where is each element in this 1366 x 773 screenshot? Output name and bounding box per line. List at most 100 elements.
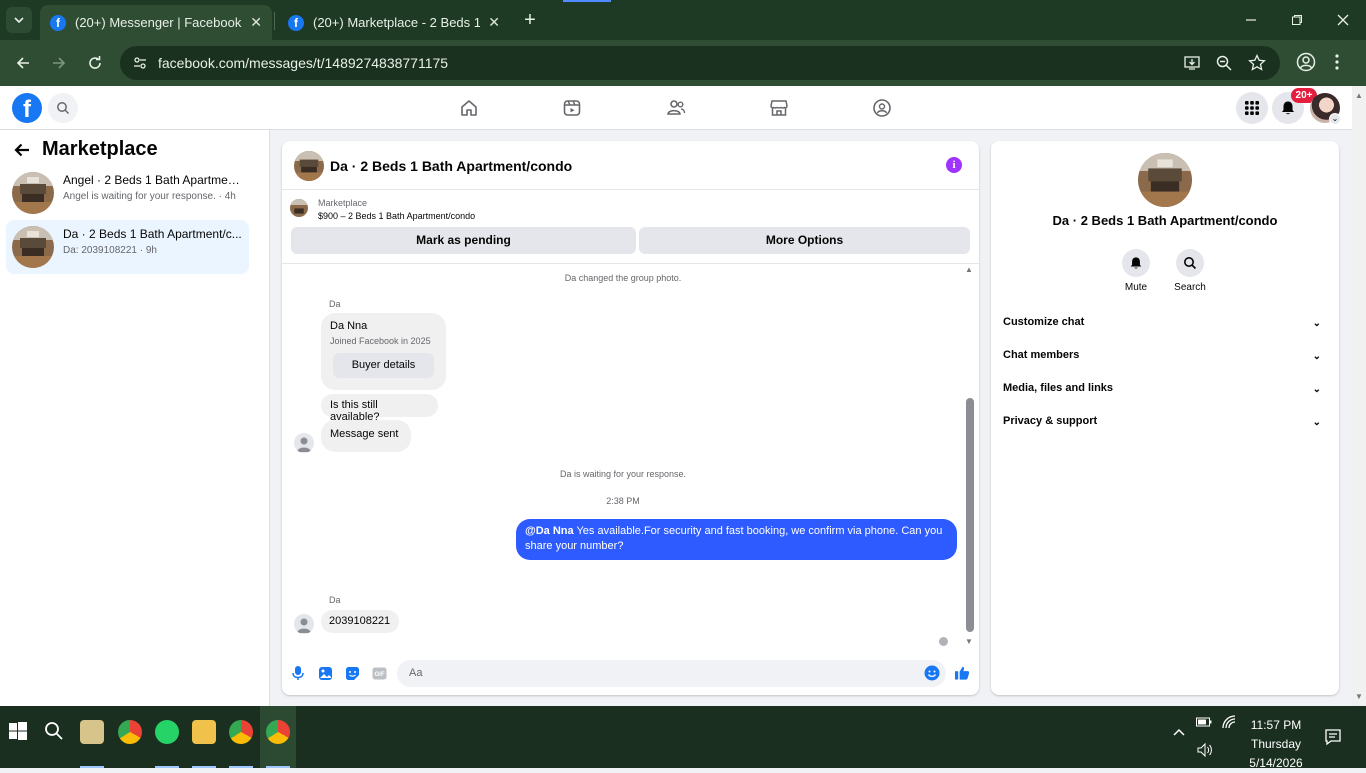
row-label: Privacy & support [1003, 415, 1098, 427]
sticker-icon[interactable] [344, 665, 360, 681]
message-input[interactable]: Aa [397, 660, 946, 687]
whatsapp-app-icon[interactable] [155, 720, 179, 744]
minimize-button[interactable] [1228, 0, 1274, 40]
nav-groups[interactable] [870, 96, 894, 120]
nav-marketplace[interactable] [767, 96, 791, 120]
buyer-card: Da Nna Joined Facebook in 2025 Buyer det… [321, 313, 446, 390]
chat-photo[interactable] [1138, 153, 1192, 207]
chrome-app-icon[interactable] [229, 720, 253, 744]
sender-avatar[interactable] [294, 433, 314, 453]
seen-indicator-icon [939, 637, 948, 646]
customize-chat-row[interactable]: Customize chat ⌄ [1003, 316, 1327, 338]
tab-title: (20+) Marketplace - 2 Beds 1 Ba [313, 15, 481, 30]
conversation-item-selected[interactable]: Da · 2 Beds 1 Bath Apartment/c... Da: 20… [6, 220, 249, 274]
nav-video[interactable] [560, 96, 584, 120]
windows-start-icon[interactable] [7, 720, 31, 744]
chat-members-row[interactable]: Chat members ⌄ [1003, 349, 1327, 371]
taskbar-focused-app[interactable] [260, 706, 296, 768]
url-text: facebook.com/messages/t/1489274838771175 [158, 55, 449, 71]
scrollbar-thumb[interactable] [966, 398, 974, 632]
thumbs-up-icon[interactable] [954, 665, 970, 681]
wifi-icon[interactable] [1221, 714, 1237, 733]
privacy-support-row[interactable]: Privacy & support ⌄ [1003, 415, 1327, 437]
tab-messenger[interactable]: f (20+) Messenger | Facebook ✕ [40, 5, 272, 40]
chrome-app-icon[interactable] [266, 720, 290, 744]
outgoing-message-text: Yes available.For security and fast book… [525, 525, 943, 552]
mention[interactable]: @Da Nna [525, 525, 574, 537]
nav-home[interactable] [457, 96, 481, 120]
scroll-up-arrow-icon[interactable]: ▲ [965, 265, 973, 274]
facebook-logo[interactable]: f [12, 93, 42, 123]
scroll-up-arrow-icon[interactable]: ▲ [1355, 91, 1363, 100]
facebook-header: f 20+ ⌄ [0, 86, 1352, 130]
emoji-icon[interactable] [924, 665, 940, 681]
gif-icon[interactable]: GIF [371, 665, 387, 681]
notification-center-icon[interactable] [1324, 728, 1342, 749]
search-icon[interactable] [43, 720, 67, 744]
scroll-down-arrow-icon[interactable]: ▼ [1355, 692, 1363, 701]
mute-button[interactable]: Mute [1106, 249, 1166, 293]
media-files-links-row[interactable]: Media, files and links ⌄ [1003, 382, 1327, 404]
browser-tab-bar: f (20+) Messenger | Facebook ✕ f (20+) M… [0, 0, 1366, 40]
sender-avatar[interactable] [294, 614, 314, 634]
volume-icon[interactable] [1196, 742, 1214, 761]
facebook-favicon-icon: f [50, 14, 66, 31]
more-options-button[interactable]: More Options [639, 227, 970, 254]
window-close-button[interactable] [1320, 0, 1366, 40]
buyer-details-button[interactable]: Buyer details [333, 353, 434, 378]
reload-button[interactable] [83, 51, 107, 75]
listing-thumbnail [290, 199, 308, 217]
listing-price[interactable]: $900 – 2 Beds 1 Bath Apartment/condo [318, 211, 475, 221]
menu-button[interactable] [1236, 92, 1268, 124]
close-icon[interactable]: ✕ [250, 14, 262, 31]
windows-taskbar: 11:57 PM Thursday 5/14/2026 [0, 706, 1366, 770]
site-settings-icon[interactable] [132, 55, 148, 71]
message-list: Da changed the group photo. Da Da Nna Jo… [282, 265, 979, 651]
new-tab-button[interactable]: + [519, 9, 541, 31]
kebab-menu-icon[interactable] [1334, 51, 1340, 73]
search-label: Search [1174, 282, 1206, 293]
microphone-icon[interactable] [290, 665, 306, 681]
chrome-app-icon[interactable] [118, 720, 142, 744]
timestamp: 2:38 PM [606, 496, 640, 506]
mark-pending-button[interactable]: Mark as pending [291, 227, 636, 254]
listing-thumbnail [12, 226, 54, 268]
tab-marketplace[interactable]: f (20+) Marketplace - 2 Beds 1 Ba ✕ [278, 5, 510, 40]
chat-title[interactable]: Da · 2 Beds 1 Bath Apartment/condo [330, 158, 572, 174]
back-arrow-icon[interactable] [12, 140, 32, 160]
incoming-message: Is this still available? [321, 394, 438, 423]
photo-icon[interactable] [317, 665, 333, 681]
back-button[interactable] [11, 51, 35, 75]
install-app-icon[interactable] [1183, 54, 1201, 72]
tab-search-button[interactable] [6, 7, 32, 33]
file-explorer-icon[interactable] [192, 720, 216, 744]
listing-thumbnail [12, 172, 54, 214]
chevron-down-icon[interactable]: ⌄ [1329, 113, 1341, 125]
battery-icon[interactable] [1196, 716, 1212, 731]
address-bar[interactable]: facebook.com/messages/t/1489274838771175 [120, 46, 1280, 80]
info-icon[interactable]: i [946, 157, 962, 173]
page-scrollbar[interactable]: ▲ ▼ [1352, 86, 1366, 706]
restore-button[interactable] [1274, 0, 1320, 40]
zoom-icon[interactable] [1215, 54, 1233, 72]
conversation-item[interactable]: Angel · 2 Beds 1 Bath Apartmen... Angel … [6, 166, 249, 220]
message-composer: GIF Aa [282, 657, 979, 695]
fb-search-button[interactable] [48, 93, 78, 123]
chat-scrollbar[interactable]: ▲ ▼ [965, 265, 975, 647]
chevron-up-icon[interactable] [1172, 726, 1186, 743]
search-conversation-button[interactable]: Search [1160, 249, 1220, 293]
incoming-message: Message sent [321, 420, 411, 452]
chevron-down-icon: ⌄ [1312, 351, 1321, 362]
bookmark-star-icon[interactable] [1248, 54, 1266, 72]
scroll-down-arrow-icon[interactable]: ▼ [965, 637, 973, 646]
close-icon[interactable]: ✕ [488, 14, 500, 31]
system-clock[interactable]: 11:57 PM Thursday 5/14/2026 [1236, 716, 1316, 773]
chat-thumbnail[interactable] [294, 151, 324, 181]
profile-icon[interactable] [1295, 51, 1317, 73]
row-label: Chat members [1003, 349, 1080, 361]
forward-button[interactable] [47, 51, 71, 75]
nav-friends[interactable] [664, 96, 688, 120]
notepad-app-icon[interactable] [80, 720, 104, 744]
system-message: Da is waiting for your response. [559, 469, 687, 479]
conversation-name: Da · 2 Beds 1 Bath Apartment/c... [63, 227, 242, 241]
